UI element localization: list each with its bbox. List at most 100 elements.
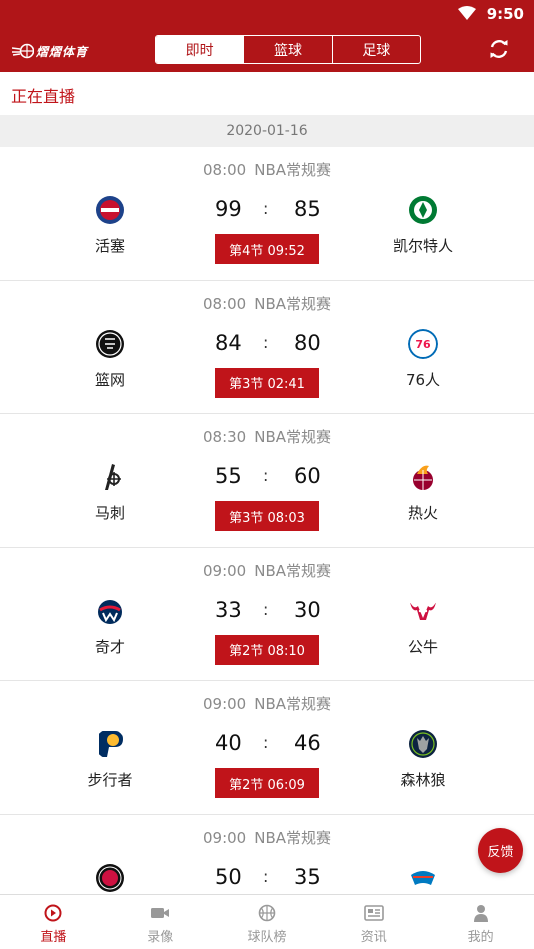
status-time: 9:50 (486, 5, 524, 23)
basketball-logo-icon (12, 43, 34, 59)
user-icon (473, 905, 488, 922)
match-time: 08:00 (202, 161, 247, 179)
match-time: 09:00 (202, 828, 247, 847)
score-separator: : (263, 199, 269, 218)
score-separator: : (263, 733, 269, 752)
nav-item-video[interactable]: 录像 (107, 895, 214, 949)
away-team-name: 热火 (407, 504, 438, 522)
logo-text: 熠熠体育 (36, 44, 89, 59)
nav-label: 直播 (40, 930, 67, 945)
match-league: NBA常规赛 (254, 161, 331, 179)
nav-label: 录像 (147, 930, 174, 945)
home-team: 奇才 (55, 596, 165, 657)
nav-item-news[interactable]: 资讯 (320, 895, 427, 949)
match-meta: 08:00 NBA常规赛 (0, 159, 534, 180)
away-team: 公牛 (368, 596, 478, 657)
wifi-icon (458, 6, 476, 20)
home-score: 50 (215, 864, 242, 889)
nav-item-standings[interactable]: 球队榜 (214, 895, 321, 949)
home-score: 99 (215, 197, 242, 221)
home-team-name: 奇才 (94, 637, 125, 656)
home-score: 55 (215, 464, 242, 488)
match-league: NBA常规赛 (254, 428, 331, 446)
away-score: 46 (294, 731, 321, 755)
raptors-logo-icon (96, 863, 124, 892)
home-team: 篮网 (55, 329, 165, 390)
celtics-logo-icon (409, 196, 437, 224)
period-badge: 第3节 08:03 (215, 501, 319, 531)
76ers-logo-icon: 76 (408, 328, 438, 359)
match-time: 09:00 (202, 561, 247, 580)
video-camera-icon (151, 908, 170, 918)
app-bar: 熠熠体育 即时 篮球 足球 (0, 28, 534, 72)
tab-football[interactable]: 足球 (333, 36, 420, 63)
match-row[interactable]: 09:00 NBA常规赛 奇才 33 : 30 第2节 08:10 公牛 (0, 547, 534, 681)
heat-logo-icon (413, 465, 433, 490)
match-league: NBA常规赛 (254, 561, 331, 580)
score-separator: : (263, 332, 269, 352)
period-badge: 第3节 02:41 (215, 367, 319, 398)
away-score: 60 (294, 464, 321, 488)
away-team-name: 公牛 (407, 637, 438, 656)
home-team-name: 活塞 (94, 237, 125, 255)
home-team: 步行者 (55, 729, 165, 790)
nav-item-profile[interactable]: 我的 (427, 895, 534, 949)
status-bar: 9:50 (0, 0, 534, 28)
nav-label: 球队榜 (247, 930, 287, 945)
match-league: NBA常规赛 (254, 294, 331, 313)
basketball-icon (258, 904, 276, 922)
nav-item-live[interactable]: 直播 (0, 895, 107, 949)
match-time: 08:30 (202, 428, 247, 446)
app-logo: 熠熠体育 (12, 40, 102, 62)
match-meta: 08:30 NBA常规赛 (0, 426, 534, 447)
period-badge: 第2节 06:09 (215, 768, 319, 798)
away-team-name: 森林狼 (400, 771, 446, 789)
tab-live[interactable]: 即时 (156, 36, 245, 63)
match-meta: 09:00 NBA常规赛 (0, 827, 534, 848)
nets-logo-icon (96, 329, 124, 358)
score-separator: : (263, 866, 269, 886)
wizards-logo-icon (98, 599, 122, 624)
away-score: 85 (294, 197, 321, 221)
thunder-logo-icon (411, 870, 435, 885)
match-league: NBA常规赛 (254, 828, 331, 847)
nav-label: 我的 (467, 930, 494, 945)
away-team: 76 76人 (368, 328, 478, 390)
match-meta: 09:00 NBA常规赛 (0, 560, 534, 581)
home-team-name: 篮网 (94, 370, 125, 389)
refresh-icon[interactable] (488, 38, 510, 60)
away-team-name: 凯尔特人 (392, 237, 453, 255)
tab-basketball[interactable]: 篮球 (244, 36, 333, 63)
score-separator: : (263, 599, 269, 619)
match-meta: 09:00 NBA常规赛 (0, 693, 534, 714)
home-team-name: 马刺 (94, 504, 125, 522)
home-team: 活塞 (55, 195, 165, 256)
period-badge: 第2节 08:10 (215, 634, 319, 665)
match-meta: 08:00 NBA常规赛 (0, 293, 534, 314)
match-row[interactable]: 08:00 NBA常规赛 篮网 84 : 80 第3节 02:41 76 76人 (0, 280, 534, 414)
match-row[interactable]: 08:00 NBA常规赛 活塞 99 : 85 第4节 09:52 凯尔特人 (0, 147, 534, 281)
live-play-icon (44, 904, 62, 922)
period-badge: 第4节 09:52 (215, 234, 319, 264)
feedback-button[interactable]: 反馈 (478, 828, 523, 873)
category-segment: 即时 篮球 足球 (155, 35, 421, 64)
match-list: 08:00 NBA常规赛 活塞 99 : 85 第4节 09:52 凯尔特人 08… (0, 147, 534, 948)
away-score: 35 (294, 864, 321, 889)
home-team-name: 步行者 (87, 771, 133, 789)
spurs-logo-icon (105, 464, 121, 490)
away-team: 森林狼 (368, 729, 478, 790)
svg-text:76: 76 (415, 338, 431, 351)
away-team: 热火 (368, 462, 478, 523)
match-row[interactable]: 08:30 NBA常规赛 马刺 55 : 60 第3节 08:03 热火 (0, 414, 534, 548)
home-score: 40 (215, 731, 242, 755)
home-score: 33 (215, 597, 242, 622)
match-league: NBA常规赛 (254, 695, 331, 713)
timberwolves-logo-icon (409, 730, 437, 758)
home-team: 马刺 (55, 462, 165, 523)
match-row[interactable]: 09:00 NBA常规赛 步行者 40 : 46 第2节 06:09 森林狼 (0, 681, 534, 815)
bulls-logo-icon (410, 601, 436, 620)
match-time: 09:00 (202, 695, 247, 713)
nav-label: 资讯 (360, 930, 387, 945)
away-team: 凯尔特人 (368, 195, 478, 256)
date-header: 2020-01-16 (0, 115, 534, 147)
